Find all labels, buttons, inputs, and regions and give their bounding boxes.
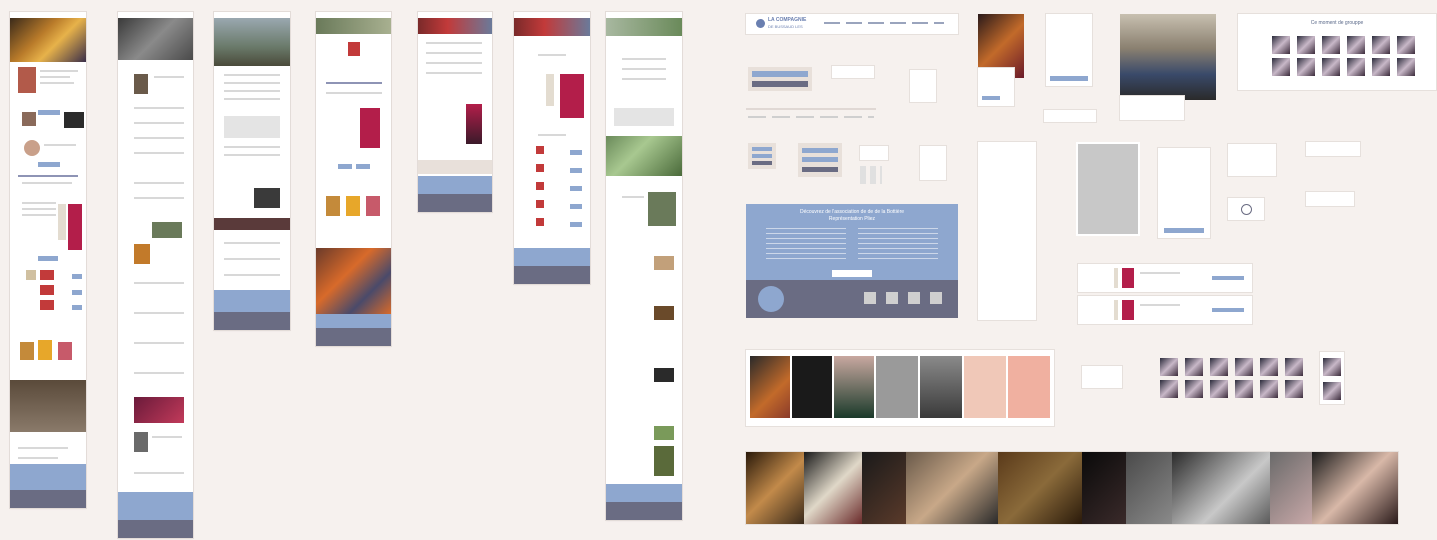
gallery-thumbnail[interactable]	[1285, 358, 1303, 376]
photo-strip[interactable]	[746, 452, 1398, 524]
breadcrumb	[748, 116, 874, 118]
medium-button[interactable]	[802, 148, 838, 153]
gallery-thumbnail[interactable]	[1323, 382, 1341, 400]
text-block	[1228, 144, 1276, 176]
gallery-thumbnail[interactable]	[1372, 58, 1390, 76]
page-mockup-event	[316, 12, 391, 346]
social-icon[interactable]	[886, 292, 898, 304]
social-icon[interactable]	[864, 292, 876, 304]
profile-button[interactable]	[982, 96, 1000, 100]
page-mockup-programme	[514, 12, 590, 284]
event-button[interactable]	[1212, 308, 1244, 312]
select-list[interactable]	[1046, 14, 1092, 86]
gallery-thumbnail[interactable]	[1260, 380, 1278, 398]
event-button[interactable]	[1212, 276, 1244, 280]
settings-icon[interactable]	[1241, 204, 1252, 215]
primary-button[interactable]	[752, 71, 808, 77]
event-list-item[interactable]	[1078, 296, 1252, 324]
hero-concert-photo	[10, 18, 86, 62]
social-icon[interactable]	[930, 292, 942, 304]
gallery-thumbnail[interactable]	[1235, 358, 1253, 376]
logo-subtitle: DE BUSSAUD LES	[768, 24, 803, 29]
header-component: LA COMPAGNIE DE BUSSAUD LES	[746, 14, 958, 34]
gallery-thumbnail[interactable]	[1272, 36, 1290, 54]
gallery-thumbnail[interactable]	[1260, 358, 1278, 376]
profile-card	[978, 68, 1014, 106]
link-box[interactable]	[1306, 142, 1360, 156]
medium-button[interactable]	[802, 157, 838, 162]
gallery-thumbnail[interactable]	[1397, 58, 1415, 76]
small-button[interactable]	[752, 147, 772, 151]
logo-icon	[756, 19, 765, 28]
input-field[interactable]	[1044, 110, 1096, 122]
gallery-title: Ce moment de grouppe	[1310, 20, 1364, 26]
checkbox-group[interactable]	[860, 166, 882, 184]
newsletter-icon	[758, 286, 784, 312]
form-panel[interactable]	[1158, 148, 1210, 238]
gallery-thumbnail[interactable]	[1285, 380, 1303, 398]
gallery-thumbnail[interactable]	[1210, 358, 1228, 376]
page-mockup-article	[214, 12, 290, 330]
gallery-thumbnail[interactable]	[1160, 380, 1178, 398]
image-grid-placeholder	[1076, 142, 1140, 236]
nav-menu[interactable]	[824, 22, 944, 24]
group-photo	[1120, 14, 1216, 100]
page-mockup-calendar	[418, 12, 492, 212]
gallery-thumbnail[interactable]	[1297, 36, 1315, 54]
gallery-thumbnail[interactable]	[1323, 358, 1341, 376]
link-box[interactable]	[1306, 192, 1354, 206]
photo-caption	[1120, 96, 1184, 120]
banner-subtitle: Représentation Pliez	[828, 216, 876, 222]
page-mockup-home	[10, 12, 86, 508]
info-box	[920, 146, 946, 180]
gallery-thumbnail[interactable]	[1297, 58, 1315, 76]
dropdown-component[interactable]	[910, 70, 936, 102]
gallery-thumbnail[interactable]	[1347, 36, 1365, 54]
gallery-thumbnail[interactable]	[1322, 36, 1340, 54]
form-column	[978, 142, 1036, 320]
small-button[interactable]	[752, 161, 772, 165]
button-stack-small	[748, 143, 776, 169]
banner-title: Découvrez de l'association de de de la B…	[799, 209, 905, 215]
page-mockup-team	[606, 12, 682, 520]
banner-cta-button[interactable]	[832, 270, 872, 277]
social-icon[interactable]	[908, 292, 920, 304]
gallery-thumbnail[interactable]	[1272, 58, 1290, 76]
button-stack-medium	[798, 143, 842, 177]
poster-carousel[interactable]	[746, 350, 1054, 426]
gallery-thumbnail[interactable]	[1160, 358, 1178, 376]
gallery-thumbnail[interactable]	[1322, 58, 1340, 76]
banner-component: Découvrez de l'association de de de la B…	[746, 204, 958, 318]
gallery-thumbnail[interactable]	[1185, 380, 1203, 398]
settings-icon-box[interactable]	[1228, 198, 1264, 220]
gallery-thumbnail[interactable]	[1235, 380, 1253, 398]
medium-button[interactable]	[802, 167, 838, 172]
gallery-thumbnail[interactable]	[1372, 36, 1390, 54]
gallery-thumbnail[interactable]	[1347, 58, 1365, 76]
gallery-thumbnail[interactable]	[1185, 358, 1203, 376]
subnav-bar	[746, 108, 876, 110]
gallery-thumbnail[interactable]	[1397, 36, 1415, 54]
small-button[interactable]	[752, 154, 772, 158]
page-mockup-list	[118, 12, 193, 538]
logo-title: LA COMPAGNIE	[768, 17, 807, 23]
small-card	[1082, 366, 1122, 388]
gallery-thumbnail[interactable]	[1210, 380, 1228, 398]
button-group	[748, 67, 812, 91]
secondary-button[interactable]	[752, 81, 808, 87]
search-field[interactable]	[832, 66, 874, 78]
text-snippet	[860, 146, 888, 160]
event-list-item[interactable]	[1078, 264, 1252, 292]
